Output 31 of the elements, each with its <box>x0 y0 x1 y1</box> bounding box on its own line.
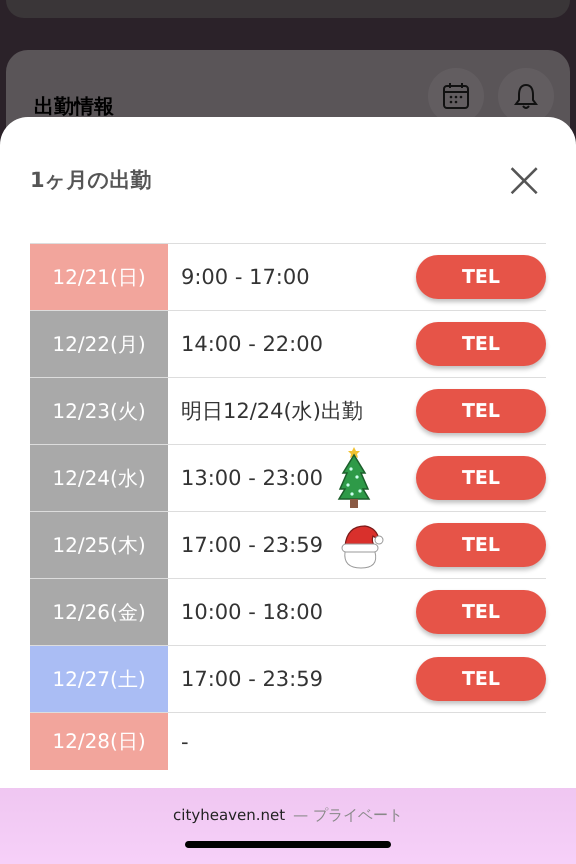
date-cell: 12/27(土) <box>30 646 168 712</box>
date-cell: 12/26(金) <box>30 579 168 645</box>
close-button[interactable]: × <box>502 154 546 206</box>
bell-icon <box>511 81 541 111</box>
christmas-tree-icon <box>336 445 371 511</box>
tel-button[interactable]: TEL <box>416 255 546 299</box>
date-cell: 12/25(木) <box>30 512 168 578</box>
hours-text: 13:00 - 23:00 <box>181 466 323 490</box>
hours-text: 14:00 - 22:00 <box>181 332 323 356</box>
tel-button[interactable]: TEL <box>416 657 546 701</box>
modal-title: 1ヶ月の出勤 <box>30 167 152 194</box>
private-label: — プライベート <box>293 806 403 825</box>
domain-text: cityheaven.net <box>173 806 286 825</box>
hours-text: - <box>181 730 189 754</box>
hours-text: 10:00 - 18:00 <box>181 600 323 624</box>
tel-button[interactable]: TEL <box>416 523 546 567</box>
calendar-icon <box>441 81 471 111</box>
hours-text: 明日12/24(水)出勤 <box>181 398 363 425</box>
date-cell: 12/28(日) <box>30 713 168 770</box>
date-cell: 12/22(月) <box>30 311 168 377</box>
tel-button[interactable]: TEL <box>416 590 546 634</box>
tel-button[interactable]: TEL <box>416 456 546 500</box>
tel-button[interactable]: TEL <box>416 389 546 433</box>
hours-text: 17:00 - 23:59 <box>181 533 323 557</box>
date-cell: 12/23(火) <box>30 378 168 444</box>
section-title: 出勤情報 <box>34 96 114 116</box>
hours-text: 17:00 - 23:59 <box>181 667 323 691</box>
hours-text: 9:00 - 17:00 <box>181 265 310 289</box>
date-cell: 12/24(水) <box>30 445 168 511</box>
date-cell: 12/21(日) <box>30 244 168 310</box>
tel-button[interactable]: TEL <box>416 322 546 366</box>
